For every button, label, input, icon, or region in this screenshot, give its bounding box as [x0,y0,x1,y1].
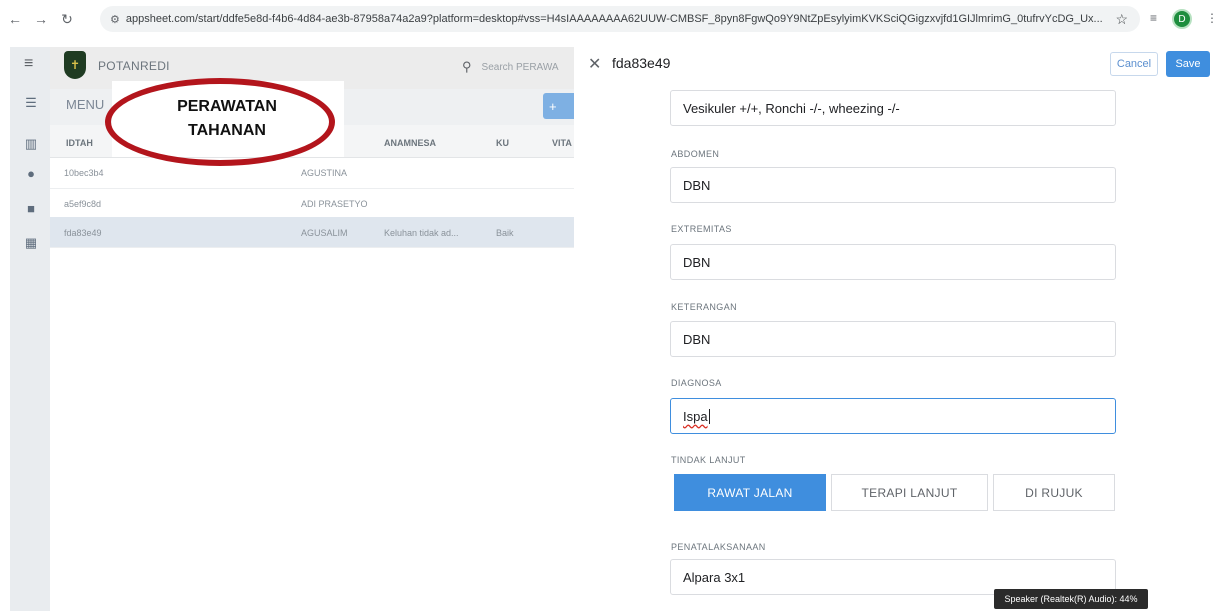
cancel-button[interactable]: Cancel [1110,52,1158,76]
text-caret [708,408,710,424]
row-id: a5ef9c8d [64,199,102,209]
terapi-lanjut-button[interactable]: TERAPI LANJUT [831,474,988,511]
extremitas-field[interactable]: DBN [670,244,1116,280]
annotation-line-2: TAHANAN [188,122,266,139]
bookmark-star-icon[interactable]: ☆ [1115,11,1128,28]
keterangan-label: KETERANGAN [671,302,738,312]
column-header-vita[interactable]: VITA [552,138,572,148]
row-id: fda83e49 [64,228,102,238]
row-ku: Baik [496,228,514,238]
row-anamnesa: Keluhan tidak ad... [384,228,459,238]
row-name: AGUSTINA [301,168,348,178]
forward-icon[interactable]: → [30,8,52,30]
browser-menu-icon[interactable]: ⋮ [1206,11,1218,25]
comment-view-icon[interactable]: ■ [24,201,38,216]
app-logo: ✝ [64,51,86,79]
save-button[interactable]: Save [1166,51,1210,77]
chart-view-icon[interactable]: ▥ [24,136,38,151]
row-id: 10bec3b4 [64,168,104,178]
reload-icon[interactable]: ↻ [56,8,78,30]
reading-list-icon[interactable]: ≡ [1150,11,1157,25]
abdomen-field[interactable]: DBN [670,167,1116,203]
profile-avatar[interactable]: D [1172,9,1192,29]
search-icon: ⚲ [462,59,472,74]
close-icon[interactable]: ✕ [588,54,601,74]
di-rujuk-button[interactable]: DI RUJUK [993,474,1115,511]
app-name: POTANREDI [98,59,170,73]
hamburger-menu-icon[interactable]: ≡ [24,55,33,73]
url-text[interactable]: appsheet.com/start/ddfe5e8d-f4b6-4d84-ae… [126,13,1106,25]
column-header-ku[interactable]: KU [496,138,509,148]
annotation-line-1: PERAWATAN [177,98,277,115]
list-view-icon[interactable]: ☰ [24,95,38,110]
rawat-jalan-button[interactable]: RAWAT JALAN [674,474,826,511]
column-header-idtah[interactable]: IDTAH [66,138,93,148]
extremitas-label: EXTREMITAS [671,224,732,234]
diagnosa-label: DIAGNOSA [671,378,722,388]
record-title: fda83e49 [612,55,671,71]
address-bar[interactable]: ⚙ appsheet.com/start/ddfe5e8d-f4b6-4d84-… [100,6,1140,32]
add-record-button[interactable]: + [543,93,574,119]
left-rail [10,47,50,611]
row-name: ADI PRASETYO [301,199,368,209]
auskultasi-field[interactable]: Vesikuler +/+, Ronchi -/-, wheezing -/- [670,90,1116,126]
grid-view-icon[interactable]: ▦ [24,235,38,250]
tindak-lanjut-label: TINDAK LANJUT [671,455,746,465]
volume-tooltip: Speaker (Realtek(R) Audio): 44% [994,589,1148,609]
site-info-icon[interactable]: ⚙ [110,13,120,26]
info-view-icon[interactable]: ● [24,166,38,181]
menu-label: MENU [66,97,105,112]
search-bar[interactable]: ⚲ Search PERAWA [462,55,574,79]
diagnosa-field[interactable]: Ispa [670,398,1116,434]
keterangan-field[interactable]: DBN [670,321,1116,357]
row-name: AGUSALIM [301,228,348,238]
abdomen-label: ABDOMEN [671,149,720,159]
back-icon[interactable]: ← [4,8,26,30]
annotation-label: PERAWATAN TAHANAN [160,95,294,143]
diagnosa-value: Ispa [683,408,708,424]
search-input[interactable]: Search PERAWA [482,62,559,73]
penatalaksanaan-label: PENATALAKSANAAN [671,542,766,552]
column-header-anamnesa[interactable]: ANAMNESA [384,138,436,148]
